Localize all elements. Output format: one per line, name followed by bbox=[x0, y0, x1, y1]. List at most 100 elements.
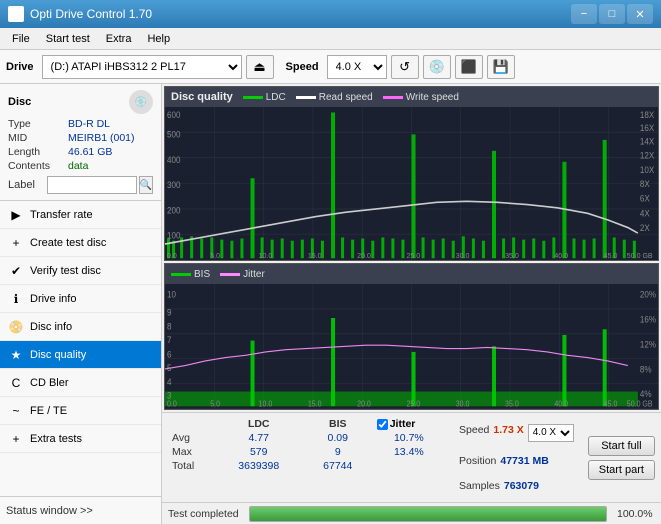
max-ldc: 579 bbox=[215, 445, 303, 459]
chart-container: Disc quality LDC Read speed Write speed bbox=[162, 84, 661, 524]
refresh-button[interactable]: ↺ bbox=[391, 55, 419, 79]
jitter-checkbox[interactable] bbox=[377, 419, 388, 430]
status-window-label: Status window >> bbox=[6, 505, 93, 517]
svg-text:16X: 16X bbox=[640, 123, 655, 133]
legend-jitter: Jitter bbox=[220, 269, 265, 280]
record-button[interactable]: ⬛ bbox=[455, 55, 483, 79]
jitter-checkbox-label[interactable]: Jitter bbox=[377, 418, 441, 430]
disc-icon: 💿 bbox=[129, 90, 153, 114]
sidebar-item-extra-tests[interactable]: + Extra tests bbox=[0, 425, 161, 453]
label-input[interactable] bbox=[47, 176, 137, 194]
chart1-svg: 600 500 400 300 200 100 18X 16X 14X 12X … bbox=[165, 107, 658, 260]
bottom-bar: LDC BIS Jitter Avg bbox=[162, 412, 661, 502]
cd-bler-icon: C bbox=[8, 375, 24, 391]
svg-text:15.0: 15.0 bbox=[308, 399, 322, 409]
disc-panel: Disc 💿 Type BD-R DL MID MEIRB1 (001) Len… bbox=[0, 84, 161, 201]
read-speed-color bbox=[296, 96, 316, 99]
save-button[interactable]: 💾 bbox=[487, 55, 515, 79]
svg-text:300: 300 bbox=[167, 180, 181, 190]
transfer-rate-icon: ▶ bbox=[8, 207, 24, 223]
drive-select[interactable]: (D:) ATAPI iHBS312 2 PL17 bbox=[42, 55, 242, 79]
extra-tests-icon: + bbox=[8, 431, 24, 447]
disc-length-row: Length 46.61 GB bbox=[8, 146, 153, 158]
nav-items: ▶ Transfer rate + Create test disc ✔ Ver… bbox=[0, 201, 161, 496]
disc-quality-icon: ★ bbox=[8, 347, 24, 363]
sidebar-item-transfer-rate[interactable]: ▶ Transfer rate bbox=[0, 201, 161, 229]
jitter-label: Jitter bbox=[243, 269, 265, 280]
create-test-disc-label: Create test disc bbox=[30, 237, 106, 249]
sidebar-item-drive-info[interactable]: ℹ Drive info bbox=[0, 285, 161, 313]
label-label: Label bbox=[8, 179, 47, 191]
sidebar-item-disc-info[interactable]: 📀 Disc info bbox=[0, 313, 161, 341]
ldc-color bbox=[243, 96, 263, 99]
svg-text:45.0: 45.0 bbox=[604, 251, 618, 260]
main-content: Disc 💿 Type BD-R DL MID MEIRB1 (001) Len… bbox=[0, 84, 661, 524]
progress-bar-area: Test completed 100.0% bbox=[162, 502, 661, 524]
start-full-button[interactable]: Start full bbox=[588, 436, 655, 456]
total-label: Total bbox=[168, 459, 215, 473]
svg-text:10.0: 10.0 bbox=[259, 399, 273, 409]
disc-mid-row: MID MEIRB1 (001) bbox=[8, 132, 153, 144]
svg-text:16%: 16% bbox=[640, 314, 656, 325]
svg-text:25.0: 25.0 bbox=[406, 399, 420, 409]
sidebar-item-verify-test-disc[interactable]: ✔ Verify test disc bbox=[0, 257, 161, 285]
svg-text:9: 9 bbox=[167, 308, 172, 319]
disc-type-row: Type BD-R DL bbox=[8, 118, 153, 130]
svg-text:2X: 2X bbox=[640, 223, 650, 233]
svg-text:20.0: 20.0 bbox=[357, 399, 371, 409]
svg-text:50.0 GB: 50.0 GB bbox=[627, 251, 653, 260]
menu-start-test[interactable]: Start test bbox=[38, 31, 98, 47]
status-window-button[interactable]: Status window >> bbox=[6, 505, 93, 517]
start-part-button[interactable]: Start part bbox=[588, 460, 655, 480]
svg-text:8%: 8% bbox=[640, 364, 652, 375]
write-speed-color bbox=[383, 96, 403, 99]
sidebar-item-cd-bler[interactable]: C CD Bler bbox=[0, 369, 161, 397]
avg-jitter: 10.7% bbox=[373, 431, 445, 445]
col-header-bis: BIS bbox=[303, 417, 373, 431]
progress-label: 100.0% bbox=[617, 508, 655, 520]
contents-label: Contents bbox=[8, 160, 68, 172]
total-ldc: 3639398 bbox=[215, 459, 303, 473]
svg-text:7: 7 bbox=[167, 335, 172, 346]
sidebar-item-fe-te[interactable]: ~ FE / TE bbox=[0, 397, 161, 425]
chart2-body: 10 9 8 7 6 5 4 3 20% 16% 12% 8% 4% bbox=[165, 284, 658, 409]
col-header-ldc: LDC bbox=[215, 417, 303, 431]
disc-button[interactable]: 💿 bbox=[423, 55, 451, 79]
label-search-button[interactable]: 🔍 bbox=[139, 176, 153, 194]
legend-ldc: LDC bbox=[243, 92, 286, 103]
max-label: Max bbox=[168, 445, 215, 459]
app-title: Opti Drive Control 1.70 bbox=[30, 7, 571, 21]
svg-text:12X: 12X bbox=[640, 150, 655, 160]
maximize-button[interactable]: □ bbox=[599, 4, 625, 24]
svg-text:5: 5 bbox=[167, 363, 172, 374]
speed-select[interactable]: 4.0 X bbox=[327, 55, 387, 79]
menu-file[interactable]: File bbox=[4, 31, 38, 47]
close-button[interactable]: ✕ bbox=[627, 4, 653, 24]
stats-total-row: Total 3639398 67744 bbox=[168, 459, 445, 473]
svg-text:5.0: 5.0 bbox=[210, 251, 220, 260]
svg-text:100: 100 bbox=[167, 230, 181, 240]
legend-bis: BIS bbox=[171, 269, 210, 280]
sidebar-item-create-test-disc[interactable]: + Create test disc bbox=[0, 229, 161, 257]
eject-button[interactable]: ⏏ bbox=[246, 55, 274, 79]
svg-text:20.0: 20.0 bbox=[357, 251, 371, 260]
speed-val: 1.73 X bbox=[493, 424, 523, 442]
avg-bis: 0.09 bbox=[303, 431, 373, 445]
position-row: Position 47731 MB bbox=[459, 455, 574, 467]
minimize-button[interactable]: − bbox=[571, 4, 597, 24]
toolbar: Drive (D:) ATAPI iHBS312 2 PL17 ⏏ Speed … bbox=[0, 50, 661, 84]
chart2-svg: 10 9 8 7 6 5 4 3 20% 16% 12% 8% 4% bbox=[165, 284, 658, 409]
svg-text:500: 500 bbox=[167, 129, 181, 139]
disc-quality-label: Disc quality bbox=[30, 349, 86, 361]
max-bis: 9 bbox=[303, 445, 373, 459]
mid-value: MEIRB1 (001) bbox=[68, 132, 135, 144]
sidebar-item-disc-quality[interactable]: ★ Disc quality bbox=[0, 341, 161, 369]
menu-extra[interactable]: Extra bbox=[98, 31, 140, 47]
drive-label: Drive bbox=[6, 61, 34, 73]
avg-label: Avg bbox=[168, 431, 215, 445]
speed-dropdown[interactable]: 4.0 X bbox=[528, 424, 574, 442]
menu-help[interactable]: Help bbox=[139, 31, 178, 47]
drive-info-icon: ℹ bbox=[8, 291, 24, 307]
legend-write-speed: Write speed bbox=[383, 92, 459, 103]
type-value: BD-R DL bbox=[68, 118, 110, 130]
